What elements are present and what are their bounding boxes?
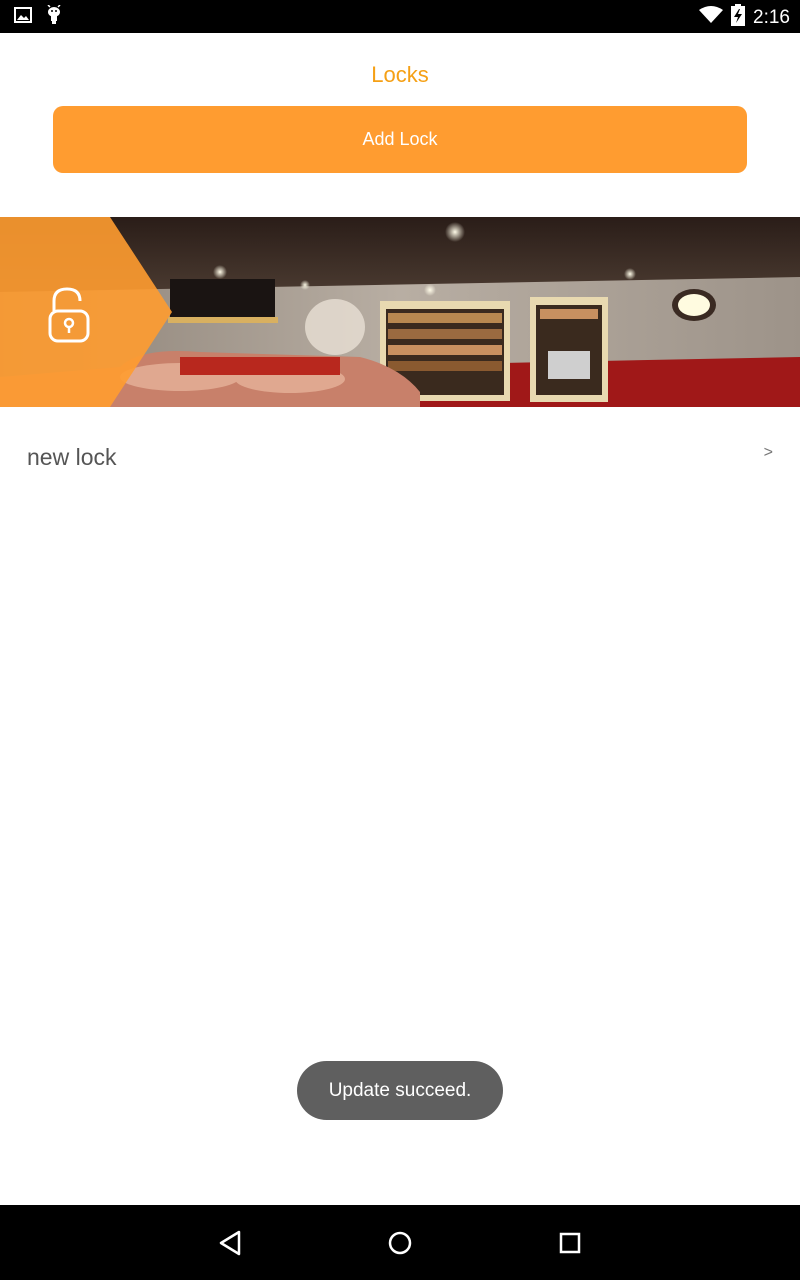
room-photo <box>0 217 800 407</box>
nav-bar <box>0 1205 800 1280</box>
recents-button[interactable] <box>552 1227 588 1263</box>
wifi-icon <box>699 6 724 29</box>
lock-banner[interactable] <box>0 217 800 407</box>
page-title: Locks <box>371 62 429 87</box>
chevron-right-icon: > <box>763 444 773 461</box>
add-lock-button[interactable]: Add Lock <box>53 106 747 173</box>
status-bar: 2:16 <box>0 0 800 33</box>
lock-name: new lock <box>27 444 117 470</box>
list-item[interactable]: new lock > <box>0 420 800 490</box>
toast: Update succeed. <box>297 1061 503 1120</box>
clock: 2:16 <box>753 6 790 28</box>
gallery-icon <box>14 7 32 28</box>
home-button[interactable] <box>382 1227 418 1263</box>
recents-icon <box>558 1231 582 1260</box>
back-icon <box>217 1230 243 1261</box>
battery-charging-icon <box>731 4 746 31</box>
android-icon <box>46 4 62 30</box>
back-button[interactable] <box>212 1227 248 1263</box>
home-icon <box>387 1230 413 1261</box>
unlocked-padlock-icon <box>46 287 92 343</box>
